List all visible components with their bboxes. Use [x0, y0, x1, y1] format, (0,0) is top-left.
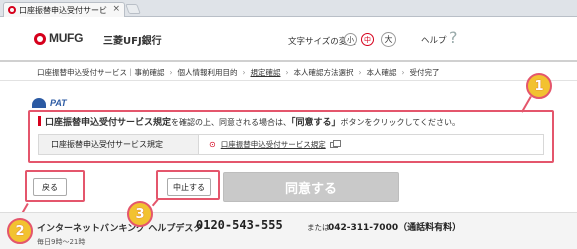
breadcrumb: 口座振替申込受付サービス｜事前確認 › 個人情報利用目的 › 規定確認 › 本人…	[0, 64, 577, 81]
circle-dot-icon: ⊙	[209, 140, 216, 149]
browser-tab-bar: 口座振替申込受付サービ ×	[0, 0, 577, 17]
breadcrumb-item: 本人確認方法選択	[293, 67, 354, 77]
breadcrumb-item: 本人確認	[366, 67, 397, 77]
notice-tail: ボタンをクリックしてください。	[340, 118, 461, 127]
callout-badge-3: 3	[127, 201, 153, 227]
helpdesk-label: インターネットバンキング ヘルプデスク	[37, 224, 203, 234]
callout-badge-1: 1	[526, 73, 552, 99]
logo-text: MUFG	[49, 31, 84, 45]
notice-quote: 「同意する」	[291, 118, 341, 128]
terms-link[interactable]: 口座振替申込受付サービス規定	[221, 139, 326, 150]
helpdesk-footer: インターネットバンキング ヘルプデスク 0120-543-555 または 042…	[0, 212, 577, 249]
breadcrumb-item-current: 規定確認	[250, 67, 281, 77]
jpat-label: PAT	[50, 98, 67, 108]
site-header: MUFG 三菱UFJ銀行 文字サイズの変更 小 中 大 ヘルプ ?	[0, 18, 577, 62]
terms-notice: 口座振替申込受付サービス規定を確認の上、同意される場合は、「同意する」ボタンをク…	[38, 115, 460, 128]
agree-button[interactable]: 同意する	[223, 172, 399, 202]
callout-badge-2: 2	[7, 218, 33, 244]
mufg-favicon-icon	[8, 6, 16, 14]
jpat-emblem-icon	[32, 98, 46, 108]
bank-name: 三菱UFJ銀行	[103, 36, 162, 47]
helpdesk-hours: 毎日9時～21時	[37, 238, 86, 246]
callout-tail-3	[151, 199, 159, 207]
helpdesk-phone-alt: 042-311-7000（通話料有料）	[328, 223, 462, 233]
notice-mid: を確認の上、同意される場合は、	[171, 118, 292, 127]
breadcrumb-item: 口座振替申込受付サービス｜事前確認	[37, 67, 165, 77]
tab-close-icon[interactable]: ×	[112, 4, 120, 14]
terms-table-header: 口座振替申込受付サービス規定	[39, 135, 199, 154]
terms-confirmation-box: 口座振替申込受付サービス規定を確認の上、同意される場合は、「同意する」ボタンをク…	[28, 110, 554, 163]
breadcrumb-item: 個人情報利用目的	[177, 67, 238, 77]
tab-title: 口座振替申込受付サービ	[19, 5, 107, 15]
browser-tab[interactable]: 口座振替申込受付サービ ×	[3, 2, 125, 17]
cancel-button-highlight	[156, 170, 220, 200]
font-size-small-button[interactable]: 小	[344, 33, 357, 46]
jpat-logo: PAT	[32, 96, 67, 110]
back-button-highlight	[25, 170, 85, 202]
breadcrumb-item: 受付完了	[409, 67, 440, 77]
new-tab-button[interactable]	[125, 4, 141, 14]
terms-table-cell: ⊙ 口座振替申込受付サービス規定	[199, 135, 543, 154]
help-question-icon[interactable]: ?	[449, 28, 458, 47]
or-text: または	[307, 223, 330, 232]
mufg-logo-icon	[34, 33, 46, 45]
notice-bold: 口座振替申込受付サービス規定	[45, 118, 172, 128]
font-size-medium-button[interactable]: 中	[361, 33, 374, 46]
external-window-icon	[329, 139, 341, 148]
helpdesk-phone: 0120-543-555	[196, 218, 283, 232]
terms-table: 口座振替申込受付サービス規定 ⊙ 口座振替申込受付サービス規定	[38, 134, 544, 155]
font-size-large-button[interactable]: 大	[381, 32, 396, 47]
help-link[interactable]: ヘルプ	[421, 34, 447, 46]
notice-bar-icon	[38, 116, 41, 126]
